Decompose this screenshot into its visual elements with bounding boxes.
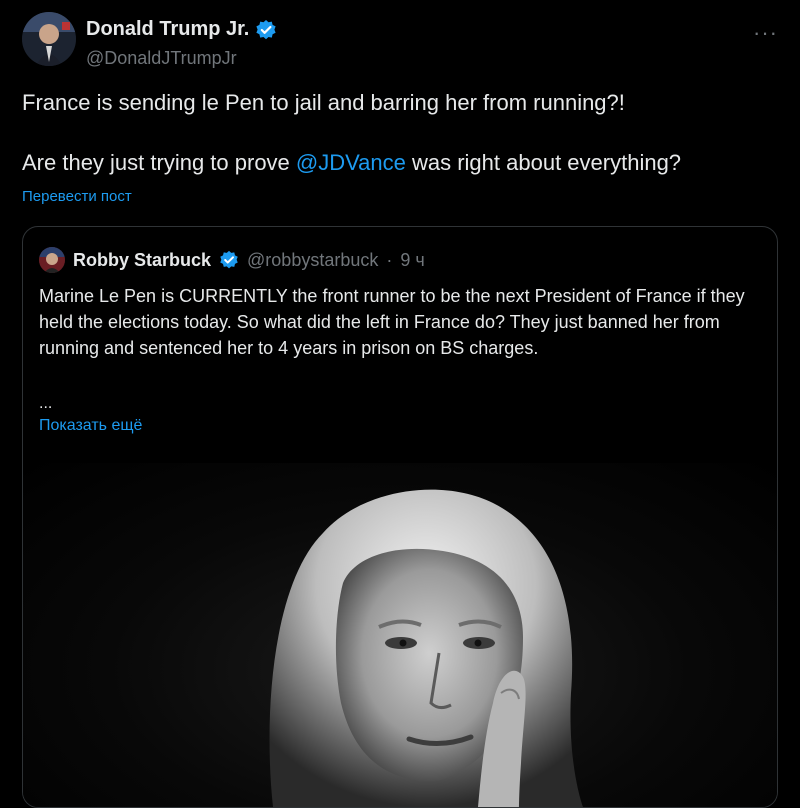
post-text-line-2: Are they just trying to prove @JDVance w… [22,148,782,178]
author-name[interactable]: Donald Trump Jr. [86,18,249,41]
quoted-post[interactable]: Robby Starbuck @robbystarbuck · 9 ч Mari… [22,226,778,808]
post-time[interactable]: 9 ч [400,250,424,271]
post-text-line-1: France is sending le Pen to jail and bar… [22,90,625,115]
truncation-ellipsis: ... [39,395,53,412]
quoted-author-avatar[interactable] [39,247,65,273]
post-text-before-mention: Are they just trying to prove [22,150,296,175]
quoted-post-photo[interactable] [23,463,777,807]
quoted-post-header: Robby Starbuck @robbystarbuck · 9 ч [39,247,425,273]
post-text: France is sending le Pen to jail and bar… [22,88,782,178]
post-header: Donald Trump Jr. @DonaldJTrumpJr ··· [22,12,782,72]
separator-dot: · [386,249,393,270]
show-more-link[interactable]: Показать ещё [39,417,142,435]
author-handle[interactable]: @DonaldJTrumpJr [86,48,237,69]
quoted-author-name[interactable]: Robby Starbuck [73,250,211,271]
post-text-after-mention: was right about everything? [405,150,682,175]
quoted-post-text: Marine Le Pen is CURRENTLY the front run… [39,286,745,358]
translate-post-link[interactable]: Перевести пост [22,188,132,205]
mention-link[interactable]: @JDVance [296,150,406,175]
author-avatar[interactable] [22,12,76,66]
verified-badge-icon [255,19,277,41]
more-dots-icon[interactable]: ··· [753,20,778,46]
verified-badge-icon [219,250,239,270]
quoted-author-handle[interactable]: @robbystarbuck [247,250,378,271]
